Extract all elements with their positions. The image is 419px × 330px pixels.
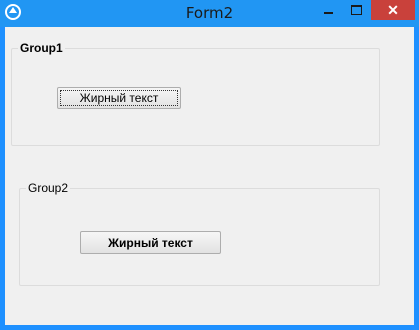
group-box-2: Group2 Жирный текст [19,181,380,286]
title-bar[interactable]: Form2 ✕ [0,0,419,27]
form-window: Form2 ✕ Group1 Жирный текст Group2 Жирны… [0,0,419,330]
bold-text-button-2[interactable]: Жирный текст [80,231,221,254]
close-button[interactable]: ✕ [371,0,415,20]
group-box-1: Group1 Жирный текст [11,41,380,146]
bold-text-button-1[interactable]: Жирный текст [57,87,181,109]
bold-text-button-1-label: Жирный текст [79,91,159,105]
bold-text-button-2-label: Жирный текст [108,235,193,250]
minimize-button[interactable] [315,0,341,20]
close-icon: ✕ [387,1,399,18]
maximize-button[interactable] [343,0,369,20]
group-1-label: Group1 [18,41,65,55]
minimize-icon [323,11,333,14]
group-2-label: Group2 [26,181,71,195]
maximize-icon [350,5,362,15]
form-client-area: Group1 Жирный текст Group2 Жирный текст [5,27,414,325]
